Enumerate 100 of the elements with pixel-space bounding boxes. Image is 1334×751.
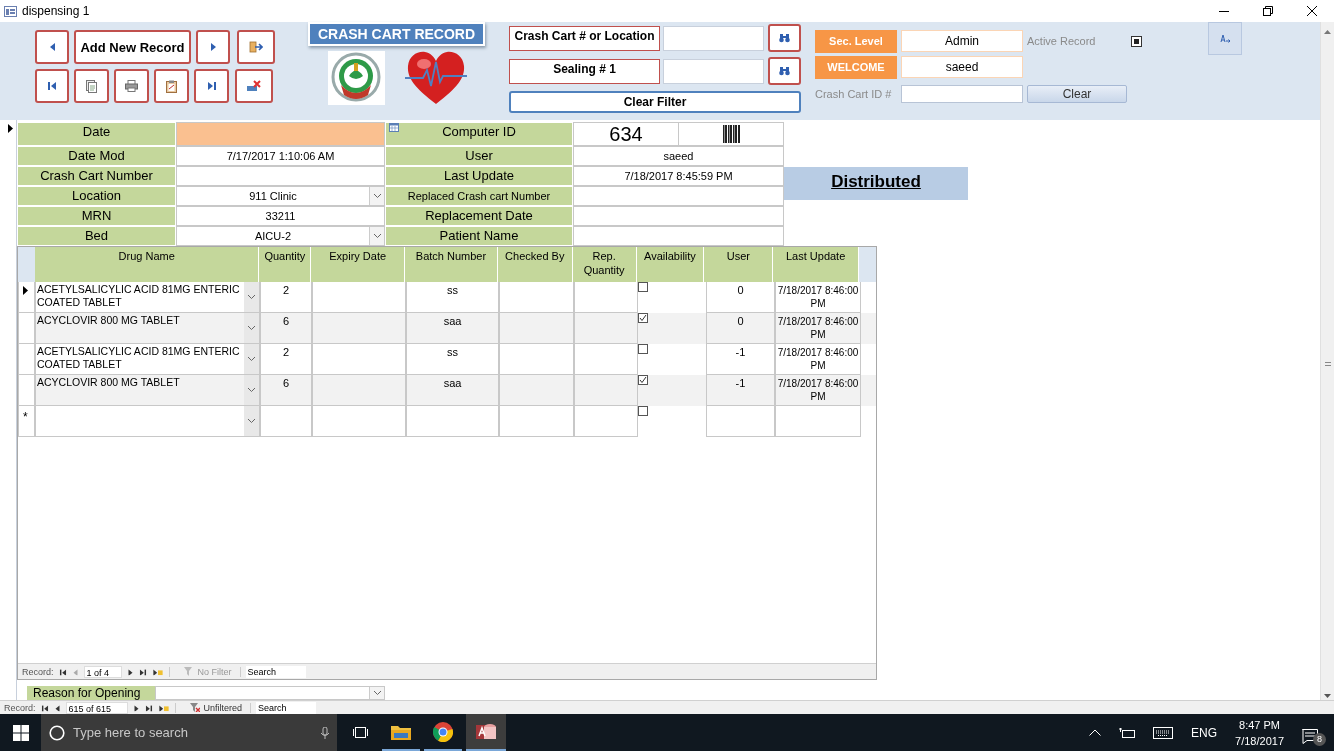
clock-time[interactable]: 8:47 PM (1235, 716, 1284, 733)
emblem-logo (328, 51, 385, 105)
browser-icon[interactable] (433, 721, 453, 742)
search-field[interactable]: Search (256, 701, 317, 714)
input-field[interactable]: 911 Clinic (176, 186, 385, 206)
row-selector[interactable]: * (18, 406, 35, 437)
column-header: Drug Name (34, 247, 260, 282)
windows-logo-icon[interactable] (13, 724, 29, 741)
first-record-button[interactable] (35, 69, 69, 103)
notification-icon[interactable] (1302, 728, 1318, 744)
drug-name-text: ACETYLSALICYLIC ACID 81MG ENTERIC COATED TABLET (37, 345, 240, 370)
chevron-up-icon[interactable] (1089, 729, 1102, 736)
checkbox[interactable] (638, 282, 648, 292)
combo-cell[interactable] (35, 406, 260, 437)
microphone-icon (321, 726, 329, 739)
dropdown-button[interactable] (369, 687, 384, 699)
last-icon[interactable] (139, 668, 146, 675)
clear-filter-button[interactable]: Clear Filter (509, 91, 801, 113)
field-label: User (385, 146, 573, 166)
app-window-icon (4, 5, 17, 17)
drug-name-text: ACETYLSALICYLIC ACID 81MG ENTERIC COATED TABLET (37, 283, 240, 308)
delete-record-button[interactable] (235, 69, 273, 103)
new-record-icon[interactable] (158, 704, 169, 711)
exit-button[interactable] (237, 30, 275, 64)
heart-drawing (405, 50, 467, 106)
language-indicator[interactable]: ENG (1191, 725, 1218, 740)
new-record-icon[interactable] (152, 668, 163, 675)
column-header: Quantity (259, 247, 312, 282)
folder-icon[interactable] (391, 723, 411, 740)
form-title: CRASH CART RECORD (308, 22, 485, 46)
dropdown-button[interactable] (369, 227, 384, 245)
record-label: Record: (22, 666, 54, 677)
chevron-down-icon (373, 234, 381, 238)
taskbar-search-field[interactable]: Type here to search (41, 714, 337, 751)
delete-icon (247, 80, 261, 92)
filter-text: Unfiltered (203, 702, 243, 713)
last-icon[interactable] (145, 704, 152, 711)
restore-icon[interactable] (1263, 6, 1273, 16)
table-cell (260, 406, 312, 437)
input-field[interactable] (901, 85, 1023, 103)
field-label: Reason for Opening (27, 686, 155, 700)
clear-button[interactable]: Clear (1027, 85, 1127, 103)
close-icon[interactable] (1307, 6, 1317, 16)
drug-name-text: ACYCLOVIR 800 MG TABLET (37, 376, 180, 388)
combo-field[interactable] (155, 686, 385, 700)
value-field: Admin (901, 30, 1023, 52)
record-position-field[interactable]: 1 of 4 (83, 665, 122, 678)
search-button[interactable] (768, 24, 801, 52)
document-icon (86, 79, 97, 93)
clipboard-icon (166, 79, 177, 93)
battery-icon[interactable] (1119, 727, 1136, 738)
drug-name-text: ACYCLOVIR 800 MG TABLET (37, 314, 180, 326)
checkbox[interactable] (638, 375, 648, 385)
add-record-button[interactable]: Add New Record (74, 30, 191, 64)
copy-button[interactable] (74, 69, 109, 103)
input-field[interactable] (176, 166, 385, 186)
input-field[interactable]: 7/17/2017 1:10:06 AM (176, 146, 385, 166)
next-icon[interactable] (127, 668, 133, 675)
binoculars-icon (779, 66, 790, 76)
previous-icon[interactable] (54, 704, 60, 711)
field-label: Bed (17, 226, 176, 246)
next-icon[interactable] (133, 704, 139, 711)
funnel-cross-icon (189, 703, 200, 712)
column-header: Last Update (773, 247, 860, 282)
task-view-icon[interactable] (353, 726, 368, 739)
input-field[interactable]: AICU-2 (176, 226, 385, 246)
dropdown-button[interactable] (369, 187, 384, 205)
barcode-icon (722, 125, 740, 143)
checkbox[interactable] (638, 313, 648, 323)
column-header: Rep. Quantity (572, 247, 637, 282)
funnel-icon (183, 667, 194, 676)
checkbox[interactable] (1131, 35, 1142, 47)
scroll-up-icon[interactable] (1324, 30, 1331, 34)
table-cell (706, 406, 775, 437)
header-corner (18, 247, 35, 282)
column-header: Availability (636, 247, 705, 282)
next-record-button[interactable] (196, 30, 230, 64)
keyboard-icon[interactable] (1153, 726, 1174, 739)
record-position-field[interactable]: 615 of 615 (65, 701, 128, 714)
first-icon[interactable] (41, 704, 48, 711)
last-record-button[interactable] (194, 69, 229, 103)
input-field[interactable] (663, 58, 764, 84)
database-app-icon[interactable] (476, 722, 496, 741)
checkbox[interactable] (638, 344, 648, 354)
search-button[interactable] (768, 57, 801, 85)
field-label: WELCOME (815, 55, 897, 79)
input-field[interactable] (663, 25, 764, 51)
chevron-down-icon (248, 388, 255, 392)
search-field[interactable]: Search (245, 665, 306, 678)
scroll-down-icon[interactable] (1324, 694, 1331, 698)
print-button[interactable] (114, 69, 149, 103)
previous-record-button[interactable] (35, 30, 69, 64)
checkbox[interactable] (638, 406, 648, 416)
input-field[interactable]: 33211 (176, 206, 385, 226)
paste-button[interactable] (154, 69, 189, 103)
first-icon[interactable] (59, 668, 66, 675)
field-label: Sec. Level (815, 29, 897, 53)
binoculars-icon (779, 33, 790, 43)
row-selector[interactable] (18, 282, 35, 313)
clock-date[interactable]: 7/18/2017 (1235, 732, 1284, 749)
